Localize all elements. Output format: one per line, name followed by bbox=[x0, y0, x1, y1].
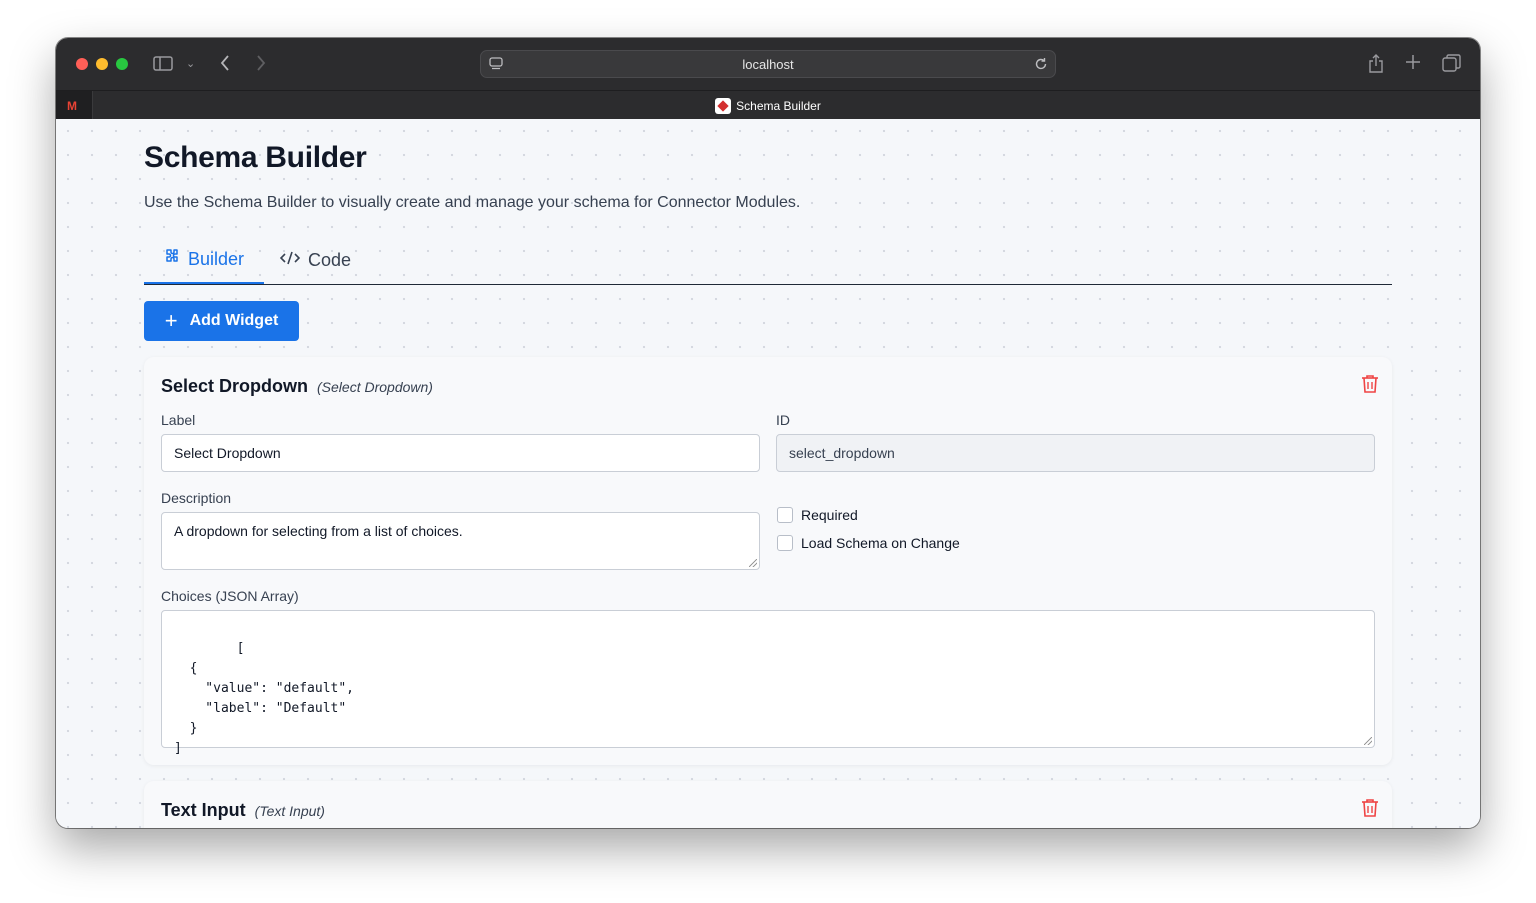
widget-title: Select Dropdown (Select Dropdown) bbox=[161, 376, 433, 397]
load-schema-label: Load Schema on Change bbox=[801, 535, 960, 551]
required-option[interactable]: Required bbox=[777, 507, 858, 523]
add-widget-button[interactable]: + Add Widget bbox=[144, 301, 299, 341]
trash-icon[interactable] bbox=[1361, 374, 1379, 394]
plus-icon: + bbox=[164, 308, 178, 333]
choices-json: [ { "value": "default", "label": "Defaul… bbox=[174, 641, 355, 756]
browser-window: ⌄ localhost M Schema Builder Schema Buil… bbox=[56, 38, 1480, 828]
url-text: localhost bbox=[742, 57, 794, 72]
label-field-label: Label bbox=[161, 412, 196, 428]
tab-code-label: Code bbox=[308, 250, 352, 270]
widget-card: Text Input (Text Input) bbox=[144, 781, 1392, 828]
minimize-window-button[interactable] bbox=[96, 58, 108, 70]
add-widget-label: Add Widget bbox=[189, 312, 279, 329]
close-window-button[interactable] bbox=[76, 58, 88, 70]
new-tab-icon[interactable] bbox=[1405, 54, 1421, 74]
load-schema-checkbox[interactable] bbox=[777, 535, 793, 551]
id-input[interactable]: select_dropdown bbox=[776, 434, 1375, 472]
address-bar[interactable]: localhost bbox=[480, 50, 1056, 78]
label-input[interactable]: Select Dropdown bbox=[161, 434, 760, 472]
maximize-window-button[interactable] bbox=[116, 58, 128, 70]
browser-tab-title: Schema Builder bbox=[736, 99, 821, 113]
widget-title: Text Input (Text Input) bbox=[161, 800, 325, 821]
description-text: A dropdown for selecting from a list of … bbox=[174, 523, 463, 539]
load-schema-option[interactable]: Load Schema on Change bbox=[777, 535, 960, 551]
back-icon[interactable] bbox=[219, 54, 231, 76]
choices-textarea[interactable]: [ { "value": "default", "label": "Defaul… bbox=[161, 610, 1375, 756]
tab-overview-icon[interactable] bbox=[1442, 54, 1461, 76]
resize-handle-icon[interactable] bbox=[1364, 737, 1372, 745]
page-title: Schema Builder bbox=[144, 141, 367, 174]
widget-type: (Text Input) bbox=[254, 803, 325, 819]
site-favicon-icon bbox=[715, 98, 732, 114]
widget-type: (Select Dropdown) bbox=[317, 379, 433, 395]
tab-builder-label: Builder bbox=[187, 249, 245, 269]
required-label: Required bbox=[801, 507, 858, 523]
sidebar-toggle-icon[interactable] bbox=[153, 56, 173, 75]
choices-field-label: Choices (JSON Array) bbox=[161, 588, 299, 604]
tab-builder[interactable]: Builder bbox=[144, 237, 264, 284]
code-icon bbox=[279, 250, 301, 271]
page-description: Use the Schema Builder to visually creat… bbox=[144, 194, 801, 211]
resize-handle-icon[interactable] bbox=[749, 559, 757, 567]
browser-tab-bar: M Schema Builder bbox=[56, 90, 1480, 120]
widget-name: Text Input bbox=[161, 800, 246, 820]
widget-card: Select Dropdown (Select Dropdown) Label S… bbox=[144, 357, 1392, 765]
reload-icon[interactable] bbox=[1034, 57, 1048, 76]
tab-code[interactable]: Code bbox=[278, 237, 368, 284]
browser-toolbar: ⌄ localhost bbox=[56, 38, 1480, 90]
trash-icon[interactable] bbox=[1361, 798, 1379, 818]
view-tabs: Builder Code bbox=[144, 237, 1392, 285]
share-icon[interactable] bbox=[1368, 54, 1384, 77]
forward-icon[interactable] bbox=[255, 54, 267, 76]
puzzle-icon bbox=[164, 248, 180, 271]
active-browser-tab[interactable]: Schema Builder bbox=[56, 98, 1480, 114]
chevron-down-icon[interactable]: ⌄ bbox=[186, 56, 195, 72]
id-field-label: ID bbox=[776, 412, 790, 428]
page-content: Schema Builder Use the Schema Builder to… bbox=[56, 119, 1480, 828]
description-field-label: Description bbox=[161, 490, 232, 506]
widget-name: Select Dropdown bbox=[161, 376, 309, 396]
required-checkbox[interactable] bbox=[777, 507, 793, 523]
description-textarea[interactable]: A dropdown for selecting from a list of … bbox=[161, 512, 760, 570]
